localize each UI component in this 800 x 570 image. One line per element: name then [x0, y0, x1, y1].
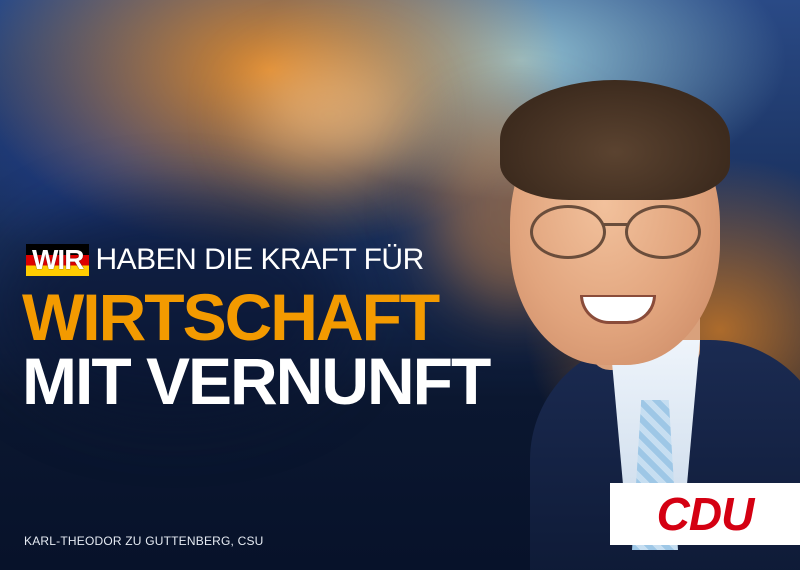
campaign-poster: WIR HABEN DIE KRAFT FÜR WIRTSCHAFT MIT V…	[0, 0, 800, 570]
cdu-logo-text: CDU	[656, 488, 755, 540]
headline-line-3: MIT VERNUNFT	[22, 344, 491, 418]
headline-line-1: WIR HABEN DIE KRAFT FÜR	[26, 244, 424, 276]
headline-line-1-text: HABEN DIE KRAFT FÜR	[95, 243, 424, 276]
glasses-lens-right	[625, 205, 701, 259]
cdu-logo: CDU	[610, 483, 800, 545]
background-light	[250, 60, 410, 170]
wir-badge-text: WIR	[32, 244, 84, 275]
glasses-lens-left	[530, 205, 606, 259]
wir-flag-badge: WIR	[26, 244, 90, 276]
headline-line-2: WIRTSCHAFT	[22, 280, 440, 354]
glasses	[525, 205, 715, 265]
hair	[500, 80, 730, 200]
candidate-caption: KARL-THEODOR ZU GUTTENBERG, CSU	[24, 534, 264, 548]
